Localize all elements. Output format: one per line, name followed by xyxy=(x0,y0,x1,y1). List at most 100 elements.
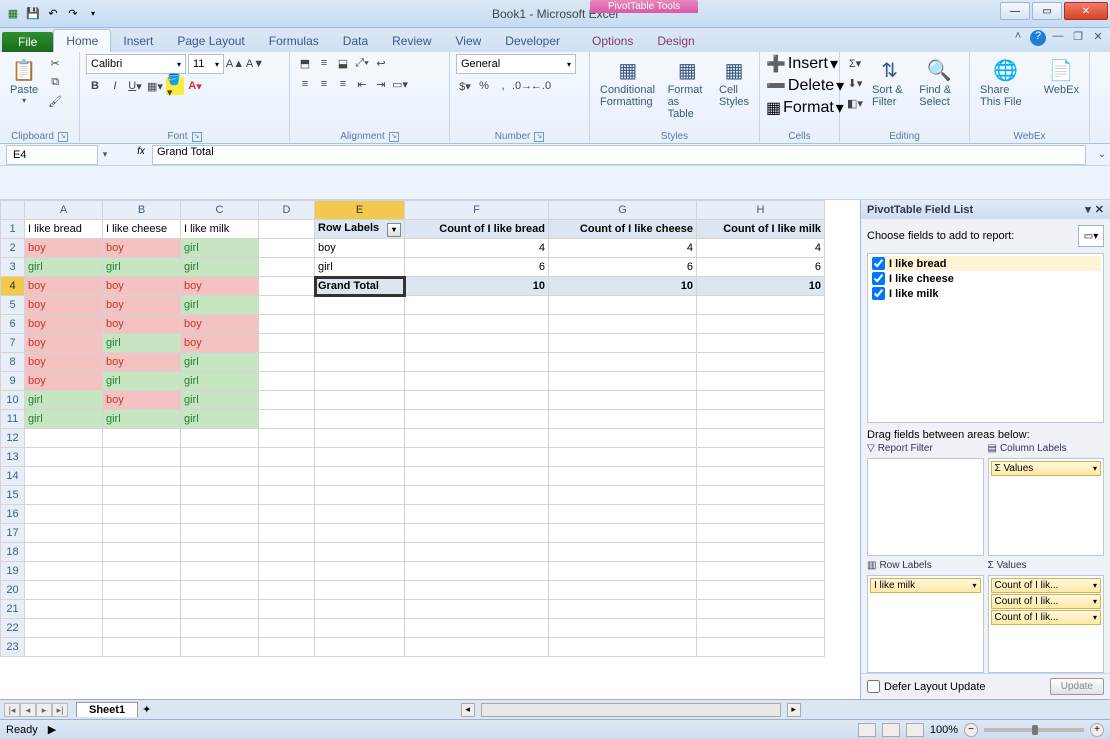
cell-C18[interactable] xyxy=(181,543,259,562)
cell-C21[interactable] xyxy=(181,600,259,619)
cell-H8[interactable] xyxy=(697,353,825,372)
cell-C14[interactable] xyxy=(181,467,259,486)
increase-indent-icon[interactable]: ⇥ xyxy=(372,75,390,93)
cell-F18[interactable] xyxy=(405,543,549,562)
paste-button[interactable]: 📋 Paste ▾ xyxy=(6,54,42,107)
cell-E16[interactable] xyxy=(315,505,405,524)
formula-input[interactable]: Grand Total xyxy=(152,145,1086,165)
area-item[interactable]: Count of I lik...▾ xyxy=(991,610,1102,625)
cell-B19[interactable] xyxy=(103,562,181,581)
cell-A23[interactable] xyxy=(25,638,103,657)
cell-A8[interactable]: boy xyxy=(25,353,103,372)
cell-F23[interactable] xyxy=(405,638,549,657)
expand-formula-bar-icon[interactable]: ⌄ xyxy=(1094,149,1110,160)
cell-D22[interactable] xyxy=(259,619,315,638)
redo-icon[interactable]: ↷ xyxy=(64,5,82,23)
macro-record-icon[interactable]: ▶ xyxy=(48,723,56,736)
cell-G6[interactable] xyxy=(549,315,697,334)
cell-C16[interactable] xyxy=(181,505,259,524)
percent-icon[interactable]: % xyxy=(475,77,493,95)
tab-data[interactable]: Data xyxy=(331,30,380,52)
cell-H6[interactable] xyxy=(697,315,825,334)
cell-F11[interactable] xyxy=(405,410,549,429)
cell-A19[interactable] xyxy=(25,562,103,581)
cell-E17[interactable] xyxy=(315,524,405,543)
row-header-7[interactable]: 7 xyxy=(1,334,25,353)
cell-E23[interactable] xyxy=(315,638,405,657)
cell-D11[interactable] xyxy=(259,410,315,429)
cell-G7[interactable] xyxy=(549,334,697,353)
row-header-4[interactable]: 4 xyxy=(1,277,25,296)
cell-E10[interactable] xyxy=(315,391,405,410)
row-header-8[interactable]: 8 xyxy=(1,353,25,372)
cell-F2[interactable]: 4 xyxy=(405,239,549,258)
workbook-restore-icon[interactable]: ❐ xyxy=(1070,30,1086,46)
cell-A5[interactable]: boy xyxy=(25,296,103,315)
tab-page-layout[interactable]: Page Layout xyxy=(165,30,256,52)
cell-H10[interactable] xyxy=(697,391,825,410)
cell-H15[interactable] xyxy=(697,486,825,505)
cell-A18[interactable] xyxy=(25,543,103,562)
cell-D15[interactable] xyxy=(259,486,315,505)
fill-color-button[interactable]: 🪣▾ xyxy=(166,77,184,95)
cell-D9[interactable] xyxy=(259,372,315,391)
cell-E15[interactable] xyxy=(315,486,405,505)
cell-H17[interactable] xyxy=(697,524,825,543)
cell-E5[interactable] xyxy=(315,296,405,315)
cell-G5[interactable] xyxy=(549,296,697,315)
zoom-slider[interactable] xyxy=(984,728,1084,732)
row-header-3[interactable]: 3 xyxy=(1,258,25,277)
align-center-icon[interactable]: ≡ xyxy=(315,75,333,93)
cell-G18[interactable] xyxy=(549,543,697,562)
sheet-nav-last-icon[interactable]: ▸| xyxy=(52,703,68,717)
area-box-filter[interactable] xyxy=(867,458,984,556)
wrap-text-icon[interactable]: ↩ xyxy=(372,54,390,72)
hscroll-right-icon[interactable]: ▸ xyxy=(787,703,801,717)
new-sheet-icon[interactable]: ✦ xyxy=(142,703,151,716)
grow-font-icon[interactable]: A▲ xyxy=(226,55,244,73)
cell-H23[interactable] xyxy=(697,638,825,657)
row-header-2[interactable]: 2 xyxy=(1,239,25,258)
view-normal-icon[interactable] xyxy=(858,723,876,737)
cell-H21[interactable] xyxy=(697,600,825,619)
cell-F9[interactable] xyxy=(405,372,549,391)
font-size-combo[interactable]: 11▾ xyxy=(188,54,224,74)
sheet-nav-first-icon[interactable]: |◂ xyxy=(4,703,20,717)
tab-insert[interactable]: Insert xyxy=(111,30,165,52)
align-top-icon[interactable]: ⬒ xyxy=(296,54,314,72)
share-file-button[interactable]: 🌐Share This File xyxy=(976,54,1036,110)
cell-E18[interactable] xyxy=(315,543,405,562)
accounting-icon[interactable]: $▾ xyxy=(456,77,474,95)
cell-E14[interactable] xyxy=(315,467,405,486)
cell-B6[interactable]: boy xyxy=(103,315,181,334)
increase-decimal-icon[interactable]: .0→ xyxy=(513,77,531,95)
cell-A20[interactable] xyxy=(25,581,103,600)
cell-B11[interactable]: girl xyxy=(103,410,181,429)
hscroll-left-icon[interactable]: ◂ xyxy=(461,703,475,717)
col-header-A[interactable]: A xyxy=(25,201,103,220)
shrink-font-icon[interactable]: A▼ xyxy=(246,55,264,73)
name-box[interactable]: E4 xyxy=(6,145,98,165)
cell-B4[interactable]: boy xyxy=(103,277,181,296)
cell-D8[interactable] xyxy=(259,353,315,372)
area-item[interactable]: Count of I lik...▾ xyxy=(991,594,1102,609)
cell-B18[interactable] xyxy=(103,543,181,562)
cell-B14[interactable] xyxy=(103,467,181,486)
cell-D19[interactable] xyxy=(259,562,315,581)
cell-C9[interactable]: girl xyxy=(181,372,259,391)
col-header-C[interactable]: C xyxy=(181,201,259,220)
comma-icon[interactable]: , xyxy=(494,77,512,95)
area-item-dropdown-icon[interactable]: ▾ xyxy=(1093,581,1097,590)
row-header-23[interactable]: 23 xyxy=(1,638,25,657)
row-header-1[interactable]: 1 xyxy=(1,220,25,239)
cell-F22[interactable] xyxy=(405,619,549,638)
cell-B16[interactable] xyxy=(103,505,181,524)
copy-icon[interactable]: ⧉ xyxy=(46,73,64,91)
format-as-table-button[interactable]: ▦Format as Table xyxy=(664,54,711,122)
zoom-out-button[interactable]: − xyxy=(964,723,978,737)
cell-F4[interactable]: 10 xyxy=(405,277,549,296)
pivot-row-dropdown[interactable]: ▾ xyxy=(387,223,401,237)
bold-button[interactable]: B xyxy=(86,77,104,95)
cell-B12[interactable] xyxy=(103,429,181,448)
cell-E2[interactable]: boy xyxy=(315,239,405,258)
